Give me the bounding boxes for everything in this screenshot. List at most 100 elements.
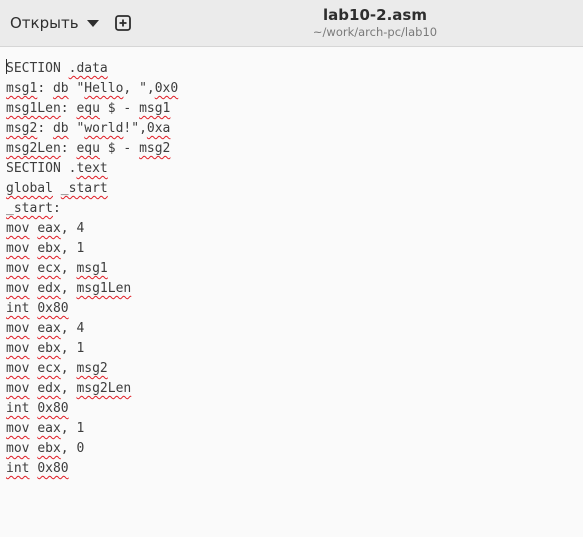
code-text: , xyxy=(60,361,77,376)
code-word-misspelled: msg1 xyxy=(76,261,108,276)
code-line: global _start xyxy=(6,179,583,199)
code-text: , 4 xyxy=(60,321,85,336)
code-text: , 1 xyxy=(60,421,85,436)
code-line: msg2: db "world!",0xa xyxy=(6,119,583,139)
code-word-misspelled: mov xyxy=(6,281,30,296)
code-text: : xyxy=(60,101,77,116)
window-title: lab10-2.asm xyxy=(323,6,427,24)
code-word-misspelled: .data xyxy=(68,61,108,76)
code-text: , 0 xyxy=(60,441,85,456)
code-line: mov ecx, msg2 xyxy=(6,359,583,379)
code-word-misspelled: Hello xyxy=(84,81,124,96)
code-word-misspelled: mov xyxy=(6,381,30,396)
code-word-misspelled: mov xyxy=(6,441,30,456)
code-text: , 4 xyxy=(60,221,85,236)
text-editor-window: Открыть lab10-2.asm ~/work/arch-pc/lab10… xyxy=(0,0,583,537)
code-line: mov eax, 4 xyxy=(6,319,583,339)
code-word-misspelled: mov xyxy=(6,221,30,236)
code-word-misspelled: edx xyxy=(37,281,61,296)
code-word-misspelled: ebx xyxy=(37,341,61,356)
code-word-misspelled: eax xyxy=(37,221,61,236)
code-editor[interactable]: SECTION .data msg1: db "Hello, ",0x0 msg1L… xyxy=(0,48,583,537)
code-text: $ - xyxy=(99,101,140,116)
code-line: SECTION .text xyxy=(6,159,583,179)
code-word-misspelled: mov xyxy=(6,261,30,276)
code-word-misspelled: msg1Len xyxy=(6,101,61,116)
code-text: SECTION xyxy=(6,61,69,76)
code-word-misspelled: eax xyxy=(37,421,61,436)
code-word-misspelled: mov xyxy=(6,241,30,256)
code-word-misspelled: 0x80 xyxy=(37,461,69,476)
code-text: , 1 xyxy=(60,341,85,356)
code-word-misspelled: 0xa xyxy=(146,121,171,136)
code-text: , ", xyxy=(123,81,155,96)
code-line: mov ebx, 0 xyxy=(6,439,583,459)
code-word-misspelled: ebx xyxy=(37,241,61,256)
code-word-misspelled: int xyxy=(6,301,30,316)
new-document-button[interactable] xyxy=(108,8,138,38)
code-word-misspelled: global xyxy=(6,181,53,196)
code-line: int 0x80 xyxy=(6,299,583,319)
code-text: SECTION . xyxy=(6,161,77,176)
code-text: : xyxy=(37,81,53,96)
code-line: mov eax, 1 xyxy=(6,419,583,439)
code-word-misspelled: text xyxy=(76,161,108,176)
code-word-misspelled: _start xyxy=(60,181,108,196)
code-word-misspelled: msg2 xyxy=(139,141,171,156)
code-word-misspelled: db xyxy=(52,81,69,96)
code-line: mov eax, 4 xyxy=(6,219,583,239)
code-text: !", xyxy=(123,121,147,136)
code-word-misspelled: _start xyxy=(6,201,53,216)
code-text: , 1 xyxy=(60,241,85,256)
code-word-misspelled: ecx xyxy=(37,261,61,276)
code-word-misspelled: ebx xyxy=(37,441,61,456)
code-text: , xyxy=(60,261,77,276)
code-text: , xyxy=(60,381,77,396)
code-text: " xyxy=(68,121,85,136)
code-word-misspelled: msg2Len xyxy=(76,381,132,396)
code-word-misspelled: msg2 xyxy=(6,121,38,136)
open-button[interactable]: Открыть xyxy=(4,7,107,39)
code-line: mov edx, msg2Len xyxy=(6,379,583,399)
code-word-misspelled: 0x80 xyxy=(37,301,69,316)
code-word-misspelled: eax xyxy=(37,321,61,336)
window-subtitle: ~/work/arch-pc/lab10 xyxy=(312,25,438,39)
code-line: SECTION .data xyxy=(6,59,583,79)
code-line: int 0x80 xyxy=(6,399,583,419)
code-word-misspelled: world xyxy=(84,121,124,136)
code-word-misspelled: equ xyxy=(76,101,100,116)
code-word-misspelled: int xyxy=(6,401,30,416)
header-bar: Открыть lab10-2.asm ~/work/arch-pc/lab10 xyxy=(0,0,583,47)
code-word-misspelled: msg2Len xyxy=(6,141,61,156)
plus-square-icon xyxy=(115,15,131,31)
code-line: msg2Len: equ $ - msg2 xyxy=(6,139,583,159)
code-word-misspelled: msg2 xyxy=(76,361,108,376)
code-text: : xyxy=(37,121,53,136)
window-title-area: lab10-2.asm ~/work/arch-pc/lab10 xyxy=(200,6,550,40)
code-line: int 0x80 xyxy=(6,459,583,479)
code-word-misspelled: mov xyxy=(6,361,30,376)
code-text: " xyxy=(68,81,85,96)
code-text: , xyxy=(60,281,77,296)
code-text: : xyxy=(52,201,61,216)
code-word-misspelled: 0x0 xyxy=(154,81,179,96)
code-word-misspelled: 0x80 xyxy=(37,401,69,416)
code-text: $ - xyxy=(99,141,140,156)
code-word-misspelled: int xyxy=(6,461,30,476)
code-word-misspelled: mov xyxy=(6,421,30,436)
code-word-misspelled: msg1Len xyxy=(76,281,132,296)
code-line: _start: xyxy=(6,199,583,219)
code-word-misspelled: equ xyxy=(76,141,100,156)
code-line: mov ebx, 1 xyxy=(6,239,583,259)
code-word-misspelled: msg1 xyxy=(6,81,38,96)
code-text: : xyxy=(60,141,77,156)
open-button-label: Открыть xyxy=(10,14,79,32)
code-line: mov ecx, msg1 xyxy=(6,259,583,279)
code-line: mov ebx, 1 xyxy=(6,339,583,359)
code-line: mov edx, msg1Len xyxy=(6,279,583,299)
code-word-misspelled: ecx xyxy=(37,361,61,376)
code-word-misspelled: msg1 xyxy=(139,101,171,116)
code-line: msg1: db "Hello, ",0x0 xyxy=(6,79,583,99)
code-word-misspelled: db xyxy=(52,121,69,136)
